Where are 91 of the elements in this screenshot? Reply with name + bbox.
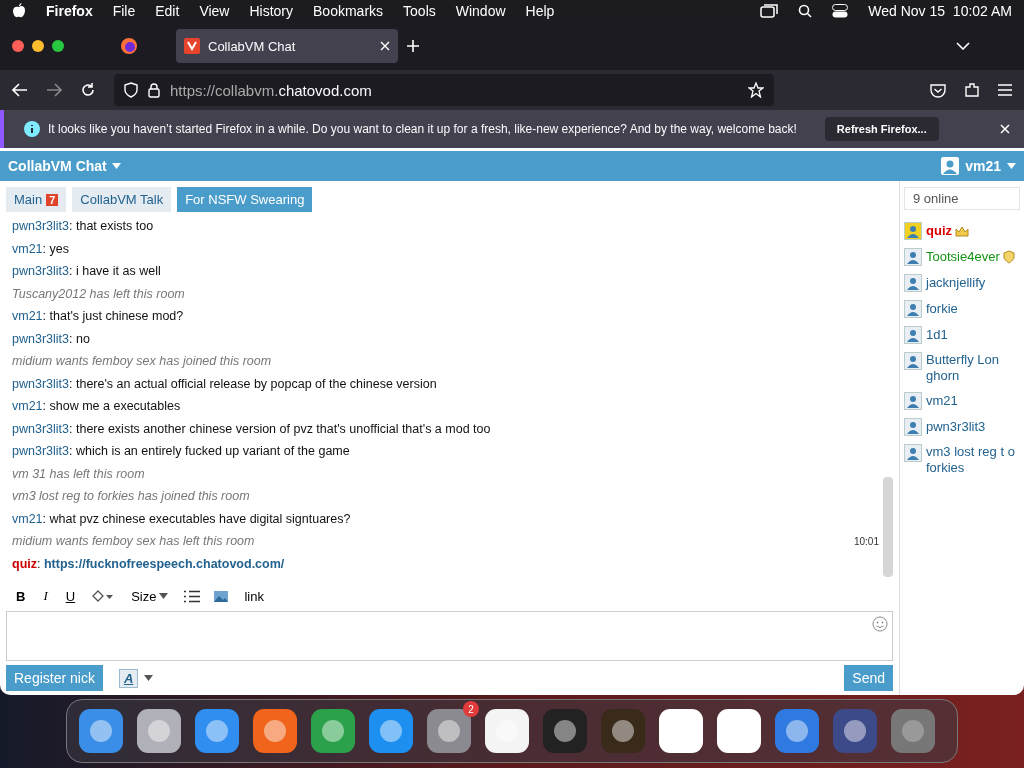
chat-message: pwn3r3lit3: no [12, 331, 90, 346]
user-name[interactable]: forkie [926, 301, 958, 317]
user-name[interactable]: quiz [926, 223, 952, 239]
star-icon[interactable] [748, 82, 764, 98]
search-icon[interactable] [798, 4, 813, 18]
menu-item[interactable]: History [249, 3, 294, 19]
notification-text: It looks like you haven’t started Firefox in a while. Do you want to clean it up for a fresh, like-new experience? And by the way, welcome back! [48, 122, 797, 136]
system-message: midium wants femboy sex has joined this room [12, 354, 272, 369]
crown-icon [955, 225, 969, 237]
chat-message: pwn3r3lit3: there exists another chinese version of pvz that's unofficial that's a mod too [12, 421, 491, 436]
message-link[interactable]: https://fucknofreespeech.chatovod.com/ [43, 556, 285, 571]
caret-icon [1007, 163, 1016, 169]
lock-icon [148, 82, 160, 98]
menu-item[interactable]: Tools [403, 3, 436, 19]
bold-button[interactable]: B [14, 588, 28, 604]
list-icon[interactable] [184, 589, 201, 603]
address-bar[interactable]: https://collabvm.chatovod.com [114, 74, 774, 106]
zoom-window-button[interactable] [52, 40, 64, 52]
notification-badge: 2 [463, 701, 479, 717]
refresh-button[interactable]: Refresh Firefox... [824, 117, 939, 141]
close-icon[interactable] [1000, 124, 1010, 134]
message-input[interactable] [6, 611, 893, 661]
image-icon[interactable] [214, 590, 229, 602]
system-message: vm3 lost reg to forkies has joined this room [12, 489, 250, 504]
close-icon[interactable] [380, 41, 390, 51]
system-message: vm 31 has left this room [12, 466, 145, 481]
url-text: https://collabvm.chatovod.com [170, 81, 373, 99]
back-arrow-icon[interactable] [12, 83, 28, 97]
menubar-clock: Wed Nov 15 10:02 AM [868, 3, 1012, 19]
chat-message: pwn3r3lit3: there's an actual official release by popcap of the chinese version [12, 376, 437, 391]
system-message: midium wants femboy sex has left this room [12, 534, 255, 549]
user-name[interactable]: pwn3r3lit3 [926, 419, 986, 435]
author-separator: : [37, 556, 41, 571]
caret-icon [159, 593, 169, 599]
chat-message: pwn3r3lit3: i have it as well [12, 264, 161, 279]
apple-icon[interactable] [12, 3, 26, 19]
user-name[interactable]: Tootsie4ever [926, 249, 1000, 265]
unread-count: 7 [46, 193, 59, 206]
italic-button[interactable]: I [41, 588, 50, 604]
menu-item[interactable]: Window [455, 3, 506, 19]
chat-message: pwn3r3lit3: that exists too [12, 219, 154, 234]
chevron-down-icon[interactable] [956, 42, 970, 50]
caret-icon [144, 675, 154, 681]
message-author[interactable]: quiz [12, 556, 37, 571]
info-icon [24, 121, 40, 137]
user-name[interactable]: 1d1 [926, 327, 948, 343]
minimize-window-button[interactable] [32, 40, 44, 52]
reload-icon[interactable] [80, 82, 96, 98]
smiley-icon[interactable] [872, 616, 888, 632]
online-count: 9 online [904, 187, 1020, 210]
user-name[interactable]: vm21 [926, 393, 958, 409]
menu-item[interactable]: View [199, 3, 230, 19]
user-name[interactable]: Butterfly Lon ghorn [926, 352, 1020, 384]
size-dropdown[interactable]: Size [129, 588, 171, 604]
menu-item[interactable]: File [112, 3, 136, 19]
link-button[interactable]: link [242, 588, 266, 604]
user-name[interactable]: vm3 lost reg t o forkies [926, 444, 1020, 476]
menu-item[interactable]: Edit [155, 3, 180, 19]
chat-message: vm21: that's just chinese mod? [12, 309, 184, 324]
menu-item[interactable]: Help [525, 3, 555, 19]
user-icon [941, 157, 960, 175]
caret-icon [111, 163, 121, 169]
forward-arrow-icon[interactable] [46, 83, 62, 97]
text-style-button[interactable]: A [118, 668, 139, 688]
chat-message: pwn3r3lit3: which is an entirely fucked up variant of the game [12, 444, 350, 459]
browser-tab[interactable]: CollabVM Chat [176, 29, 398, 63]
toggle-icon[interactable] [832, 4, 849, 18]
shield-icon[interactable] [124, 82, 138, 98]
room-tab[interactable]: CollabVM Talk [72, 187, 172, 212]
shield-badge-icon [1002, 250, 1015, 264]
windows-icon[interactable] [760, 4, 779, 18]
pocket-icon[interactable] [930, 82, 946, 98]
chat-message: vm21: what pvz chinese executables have digital signtuares? [12, 511, 351, 526]
close-window-button[interactable] [12, 40, 24, 52]
message-time: 10:01 [853, 535, 879, 547]
chat-message: vm21: yes [12, 241, 69, 256]
browser-logo-icon[interactable] [120, 37, 138, 55]
new-tab-icon[interactable] [406, 39, 420, 53]
chat-message: vm21: show me a executables [12, 399, 181, 414]
underline-button[interactable]: U [63, 588, 78, 604]
paint-bucket-icon[interactable] [91, 589, 116, 603]
site-favicon-icon [184, 38, 200, 54]
app-menu[interactable]: Firefox [46, 3, 93, 19]
puzzle-icon[interactable] [964, 82, 980, 98]
tab-title: CollabVM Chat [208, 38, 297, 54]
system-message: Tuscany2012 has left this room [12, 286, 185, 301]
menu-item[interactable]: Bookmarks [313, 3, 384, 19]
menu-icon[interactable] [998, 84, 1012, 96]
scrollbar-thumb[interactable] [883, 477, 893, 577]
user-name[interactable]: jacknjellify [926, 275, 986, 291]
room-tab[interactable]: Main 7 [6, 187, 67, 212]
